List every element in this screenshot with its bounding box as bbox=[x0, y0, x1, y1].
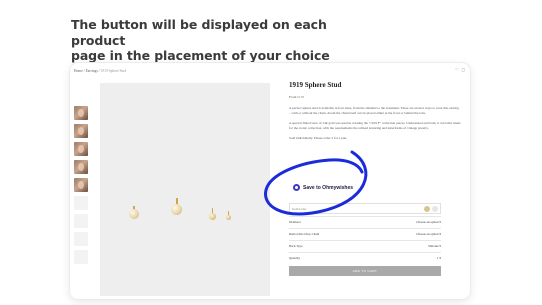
product-title: 1919 Sphere Stud bbox=[289, 81, 342, 89]
headline-line-1: The button will be displayed on each pro… bbox=[71, 17, 327, 48]
product-info: 1919 Sphere Stud From £170 A perfect sph… bbox=[289, 81, 461, 146]
swatch-silver[interactable] bbox=[432, 205, 438, 212]
thumbnail[interactable] bbox=[74, 160, 88, 174]
description-paragraph: Sold individually. Please order 2 for a … bbox=[289, 136, 348, 140]
color-selector[interactable]: Gold Color bbox=[289, 203, 441, 214]
breadcrumb-home[interactable]: Home bbox=[74, 69, 83, 73]
save-to-ohmywishes-label: Save to Ohmywishes bbox=[303, 184, 354, 191]
option-row-quantity[interactable]: Quantity 1 ▾ bbox=[289, 252, 441, 262]
thumbnail[interactable] bbox=[74, 250, 88, 264]
thumbnail[interactable] bbox=[74, 214, 88, 228]
thumbnail[interactable] bbox=[74, 196, 88, 210]
product-options: Gold Color Diameter Choose an option ▾ R… bbox=[289, 203, 441, 276]
breadcrumb-current: 1919 Sphere Stud bbox=[100, 69, 127, 73]
quantity-select[interactable]: 1 ▾ bbox=[437, 256, 441, 260]
pearl-large bbox=[171, 204, 182, 215]
description-paragraph: A perfect sphere stud is available in fo… bbox=[289, 106, 459, 115]
select-back-type[interactable]: Silicone ▾ bbox=[428, 244, 441, 248]
main-product-image[interactable] bbox=[100, 83, 270, 296]
headline-line-2: page in the placement of your choice bbox=[71, 48, 330, 63]
add-to-cart-button[interactable]: ADD TO CART bbox=[289, 266, 441, 276]
color-label: Gold Color bbox=[292, 206, 307, 211]
option-row-diameter[interactable]: Diameter Choose an option ▾ bbox=[289, 216, 441, 226]
save-to-ohmywishes-button[interactable]: Save to Ohmywishes bbox=[293, 184, 353, 191]
product-description: A perfect sphere stud is available in fo… bbox=[289, 106, 461, 141]
thumbnail-strip bbox=[74, 106, 89, 268]
heart-icon[interactable]: ♡ bbox=[455, 68, 459, 72]
select-diameter[interactable]: Choose an option ▾ bbox=[416, 220, 441, 224]
product-price: From £170 bbox=[289, 95, 304, 99]
breadcrumb-earrings[interactable]: Earrings bbox=[86, 69, 98, 73]
pearl-small bbox=[226, 215, 231, 220]
thumbnail[interactable] bbox=[74, 142, 88, 156]
thumbnail[interactable] bbox=[74, 178, 88, 192]
bag-icon[interactable]: ◻ bbox=[462, 68, 465, 72]
option-row-back-type[interactable]: Back Type Silicone ▾ bbox=[289, 240, 441, 250]
select-drop-chain[interactable]: Choose an option ▾ bbox=[416, 232, 441, 236]
headline: The button will be displayed on each pro… bbox=[71, 17, 371, 64]
ohmywishes-logo-icon bbox=[293, 184, 300, 191]
thumbnail[interactable] bbox=[74, 124, 88, 138]
description-paragraph: A special-fluted view of 14k gold was us… bbox=[289, 121, 461, 130]
pearl-medium bbox=[209, 213, 216, 220]
thumbnail[interactable] bbox=[74, 106, 88, 120]
swatch-gold[interactable] bbox=[424, 205, 430, 212]
thumbnail[interactable] bbox=[74, 232, 88, 246]
header-icons: ♡ ◻ bbox=[455, 68, 465, 72]
option-row-drop-chain[interactable]: Removable Drop Chain Choose an option ▾ bbox=[289, 228, 441, 238]
breadcrumb: Home / Earrings / 1919 Sphere Stud bbox=[74, 69, 127, 73]
product-page-frame: Home / Earrings / 1919 Sphere Stud ♡ ◻ 1… bbox=[70, 63, 470, 299]
color-swatches bbox=[424, 205, 438, 212]
pearl-large bbox=[129, 209, 139, 219]
